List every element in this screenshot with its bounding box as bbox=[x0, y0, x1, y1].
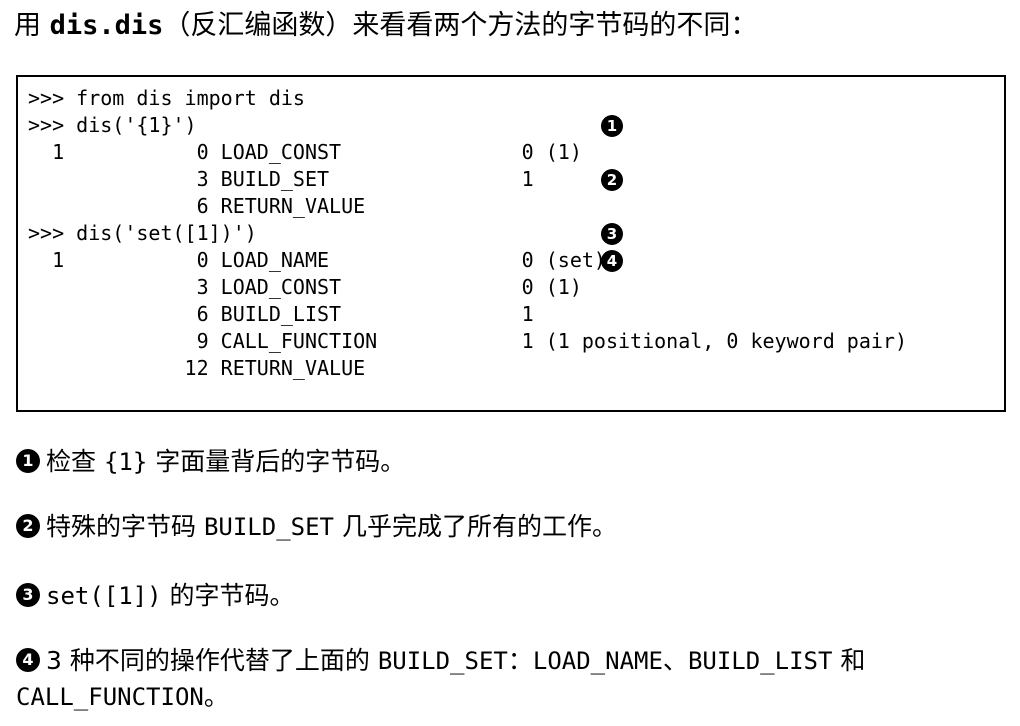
callout-1-marker: 1 bbox=[601, 115, 623, 137]
intro-code: dis.dis bbox=[49, 10, 164, 41]
note-1-after: 字面量背后的字节码。 bbox=[147, 447, 406, 476]
callout-3-icon: 3 bbox=[16, 583, 40, 607]
note-4-code-call-function: CALL_FUNCTION bbox=[16, 683, 204, 711]
note-4-end: 。 bbox=[203, 682, 229, 711]
code-line: >>> dis('{1}') bbox=[28, 113, 197, 137]
code-line: 6 RETURN_VALUE bbox=[28, 194, 366, 218]
code-line: 6 BUILD_LIST 1 bbox=[28, 302, 534, 326]
note-4: 43 种不同的操作代替了上面的 BUILD_SET：LOAD_NAME、BUIL… bbox=[16, 643, 865, 715]
callout-4-marker: 4 bbox=[601, 250, 623, 272]
note-4-line-2: CALL_FUNCTION。 bbox=[16, 679, 865, 715]
intro-text: 用 dis.dis（反汇编函数）来看看两个方法的字节码的不同： bbox=[14, 6, 757, 46]
note-4-text: 3 种不同的操作代替了上面的 bbox=[46, 646, 378, 675]
note-1-before: 检查 bbox=[46, 447, 104, 476]
code-line: >>> dis('set([1])') bbox=[28, 221, 257, 245]
note-3-code: set([1]) bbox=[46, 582, 162, 610]
callout-1-icon: 1 bbox=[16, 449, 40, 473]
code-line: >>> from dis import dis bbox=[28, 86, 305, 110]
intro-prefix: 用 bbox=[14, 10, 50, 41]
intro-suffix: （反汇编函数）来看看两个方法的字节码的不同： bbox=[163, 10, 758, 41]
callout-2-icon: 2 bbox=[16, 514, 40, 538]
callout-3-marker: 3 bbox=[601, 223, 623, 245]
note-4-code-build-set: BUILD_SET bbox=[377, 647, 508, 675]
code-line: 3 LOAD_CONST 0 (1) bbox=[28, 275, 582, 299]
callout-2-marker: 2 bbox=[601, 169, 623, 191]
code-line: 12 RETURN_VALUE bbox=[28, 356, 366, 380]
callout-4-icon: 4 bbox=[16, 648, 40, 672]
note-2: 2 特殊的字节码 BUILD_SET 几乎完成了所有的工作。 bbox=[16, 509, 617, 545]
code-line: 9 CALL_FUNCTION 1 (1 positional, 0 keywo… bbox=[28, 329, 907, 353]
code-line: 1 0 LOAD_CONST 0 (1) bbox=[28, 140, 582, 164]
note-4-sep: 和 bbox=[832, 646, 866, 675]
note-2-code: BUILD_SET bbox=[203, 513, 334, 541]
note-1: 1 检查 {1} 字面量背后的字节码。 bbox=[16, 444, 405, 480]
note-4-sep: ： bbox=[507, 646, 533, 675]
note-3: 3 set([1]) 的字节码。 bbox=[16, 578, 295, 614]
code-listing-box: >>> from dis import dis >>> dis('{1}') 1… bbox=[16, 75, 1006, 412]
note-1-code: {1} bbox=[103, 448, 148, 476]
note-2-after: 几乎完成了所有的工作。 bbox=[334, 512, 617, 541]
note-4-code-load-name: LOAD_NAME bbox=[532, 647, 663, 675]
note-3-after: 的字节码。 bbox=[161, 581, 295, 610]
code-line: 3 BUILD_SET 1 bbox=[28, 167, 534, 191]
note-4-code-build-list: BUILD_LIST bbox=[687, 647, 833, 675]
note-4-sep: 、 bbox=[662, 646, 688, 675]
code-line: 1 0 LOAD_NAME 0 (set) bbox=[28, 248, 606, 272]
note-2-before: 特殊的字节码 bbox=[46, 512, 204, 541]
note-4-line-1: 43 种不同的操作代替了上面的 BUILD_SET：LOAD_NAME、BUIL… bbox=[16, 643, 865, 679]
